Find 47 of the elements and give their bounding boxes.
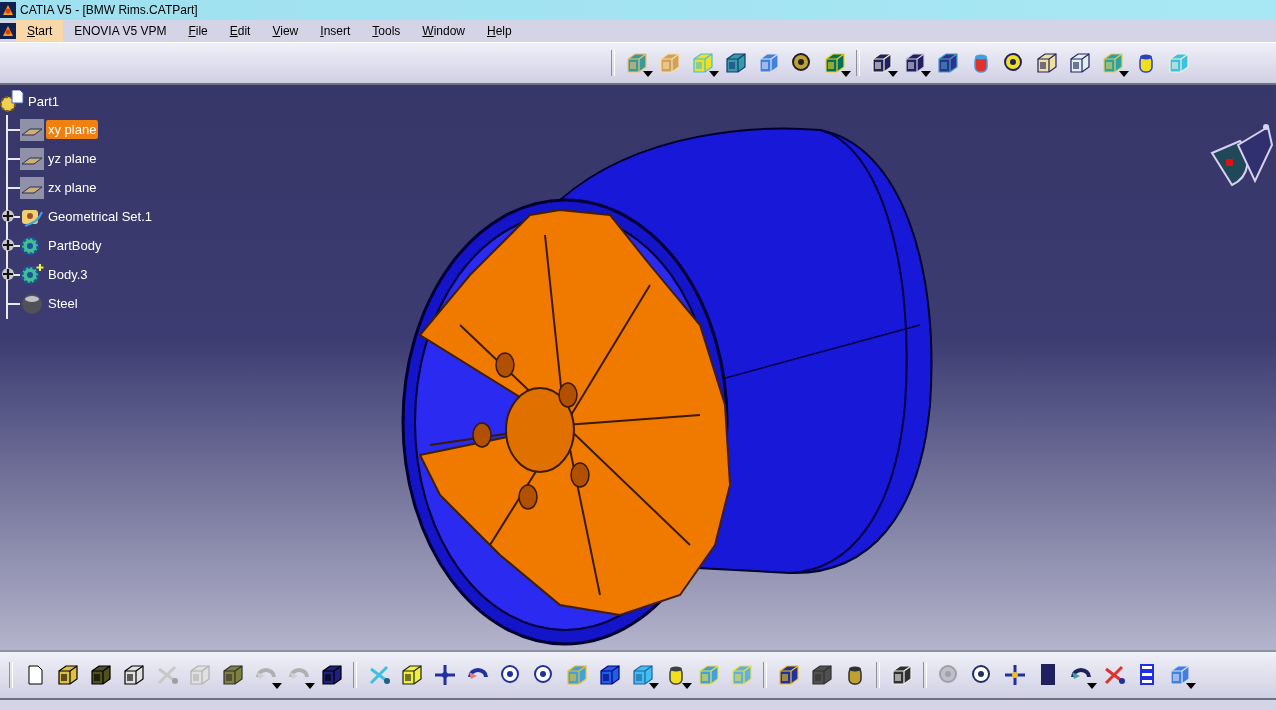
dropdown-arrow-icon[interactable] [709,71,719,77]
expand-icon[interactable] [2,239,14,251]
compass-drawing [1211,124,1274,186]
tree-item[interactable]: Steel [46,294,80,313]
expand-icon[interactable] [2,210,14,222]
menu-item[interactable]: File [177,20,219,42]
cube-icon [690,51,715,75]
expand-icon[interactable] [2,268,14,280]
block-icon [657,51,682,75]
solid-block-icon [624,51,649,75]
tree-item[interactable]: PartBody [46,236,104,255]
tree-item[interactable]: Body.3 [46,265,90,284]
dropdown-arrow-icon[interactable] [1186,683,1196,689]
menu-item[interactable]: Start [16,20,64,42]
dropdown-arrow-icon[interactable] [649,683,659,689]
gear-star-icon [20,263,44,286]
dropdown-arrow-icon[interactable] [1119,71,1129,77]
dropdown-arrow-icon[interactable] [272,683,282,689]
dropdown-arrow-icon[interactable] [682,683,692,689]
app-icon[interactable] [0,23,16,39]
dropdown-arrow-icon[interactable] [305,683,315,689]
dropdown-arrow-icon[interactable] [921,71,931,77]
cube-icon [630,663,655,687]
plane-icon [20,118,44,141]
gear-document-icon [0,90,24,112]
dropdown-arrow-icon[interactable] [841,71,851,77]
tree-item[interactable]: Geometrical Set.1 [46,207,155,226]
menu-item[interactable]: Window [411,20,476,42]
menu-item[interactable]: Tools [361,20,412,42]
tree-item[interactable]: Part1 [26,91,62,111]
box-icon [822,51,847,75]
dropdown-arrow-icon[interactable] [888,71,898,77]
dropdown-arrow-icon[interactable] [643,71,653,77]
menu-item[interactable]: Help [476,20,523,42]
menu-item[interactable]: ENOVIA V5 VPM [63,20,178,42]
pan-icon [432,663,457,687]
plane-icon [20,176,44,199]
tree-item[interactable]: zx plane [46,178,99,197]
menu-item[interactable]: View [261,20,310,42]
plane-icon [20,147,44,170]
menu-item[interactable]: Insert [309,20,362,42]
sphere-icon [20,292,44,315]
app-icon [0,2,16,18]
dropdown-arrow-icon[interactable] [1087,683,1097,689]
menu-item[interactable]: Edit [218,20,262,42]
tree-item[interactable]: yz plane [46,149,99,168]
window-title: CATIA V5 - [BMW Rims.CATPart] [20,3,198,17]
